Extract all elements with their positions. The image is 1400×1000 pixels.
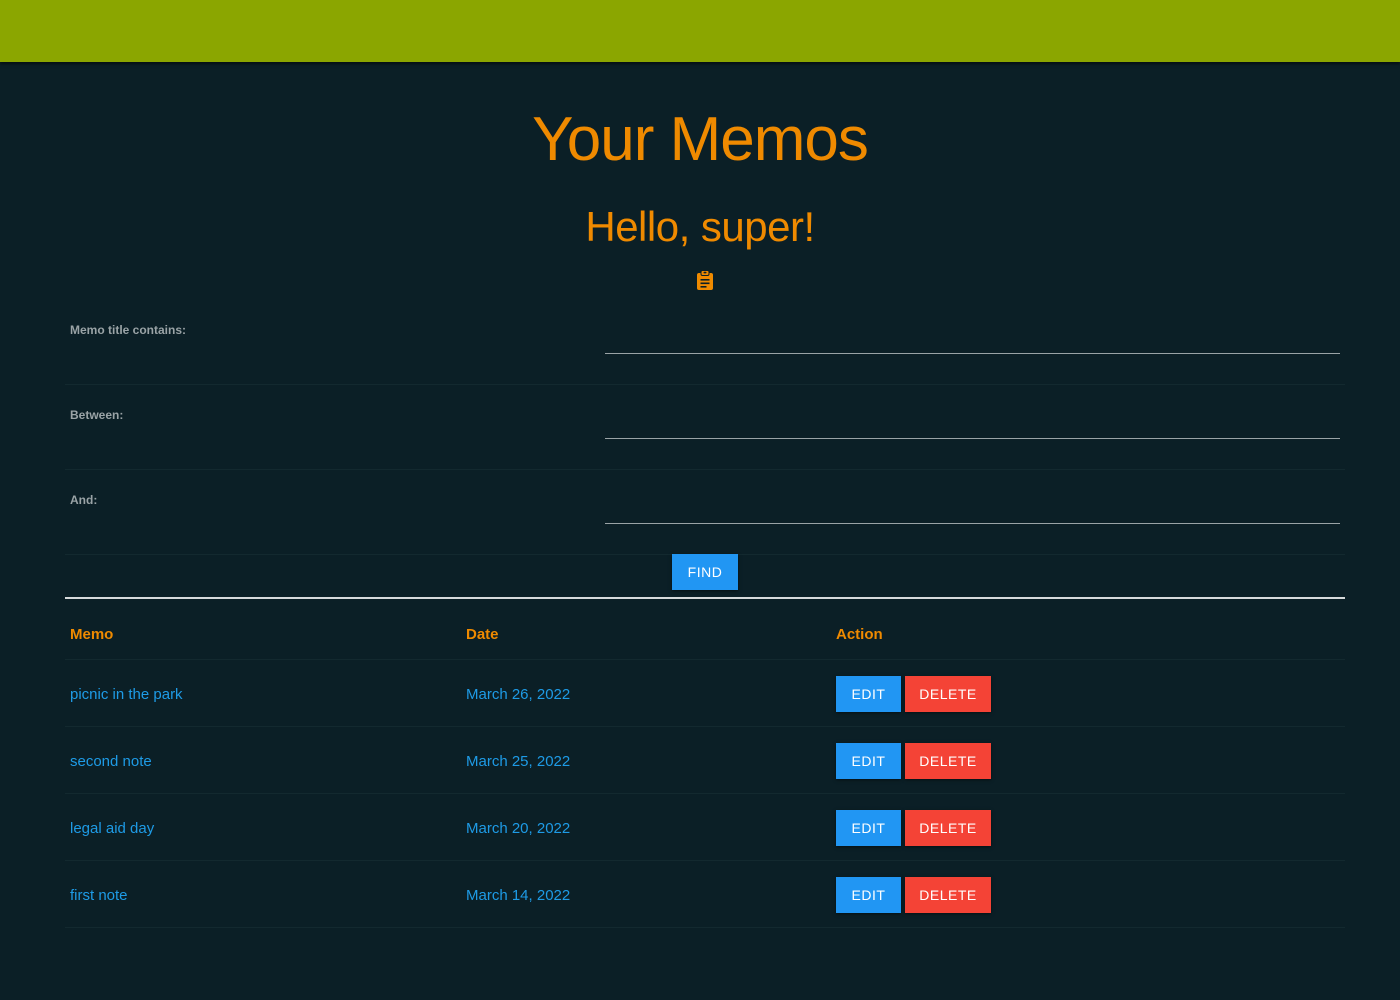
memo-link[interactable]: second note (70, 753, 152, 770)
table-row: first note March 14, 2022 EDIT DELETE (65, 861, 1345, 928)
column-header-date: Date (466, 626, 499, 643)
edit-button[interactable]: EDIT (836, 877, 901, 913)
memo-link[interactable]: picnic in the park (70, 686, 183, 703)
memo-date[interactable]: March 25, 2022 (466, 753, 570, 770)
memo-date[interactable]: March 26, 2022 (466, 686, 570, 703)
delete-button[interactable]: DELETE (905, 676, 991, 712)
filter-row-title: Memo title contains: (65, 299, 1345, 385)
table-row: picnic in the park March 26, 2022 EDIT D… (65, 660, 1345, 727)
edit-button[interactable]: EDIT (836, 810, 901, 846)
between-date-input[interactable] (605, 404, 1340, 439)
filter-row-between: Between: (65, 384, 1345, 470)
delete-button[interactable]: DELETE (905, 810, 991, 846)
memo-title-input[interactable] (605, 319, 1340, 354)
memo-table: Memo Date Action picnic in the park Marc… (65, 599, 1345, 928)
table-row: legal aid day March 20, 2022 EDIT DELETE (65, 794, 1345, 861)
column-header-action: Action (836, 626, 883, 643)
edit-button[interactable]: EDIT (836, 743, 901, 779)
table-row: second note March 25, 2022 EDIT DELETE (65, 727, 1345, 794)
memo-title-label: Memo title contains: (70, 323, 187, 337)
memo-link[interactable]: first note (70, 887, 128, 904)
column-header-memo: Memo (70, 626, 114, 643)
between-label: Between: (70, 408, 124, 422)
and-date-input[interactable] (605, 489, 1340, 524)
delete-button[interactable]: DELETE (905, 877, 991, 913)
memo-link[interactable]: legal aid day (70, 820, 154, 837)
greeting: Hello, super! (585, 203, 815, 250)
find-button[interactable]: FIND (672, 554, 738, 590)
memo-date[interactable]: March 20, 2022 (466, 820, 570, 837)
clipboard-icon (697, 270, 713, 290)
table-header: Memo Date Action (65, 599, 1345, 660)
page-title: Your Memos (532, 105, 869, 174)
filter-row-and: And: (65, 469, 1345, 555)
edit-button[interactable]: EDIT (836, 676, 901, 712)
and-label: And: (70, 493, 98, 507)
top-app-bar (0, 0, 1400, 62)
memo-date[interactable]: March 14, 2022 (466, 887, 570, 904)
delete-button[interactable]: DELETE (905, 743, 991, 779)
